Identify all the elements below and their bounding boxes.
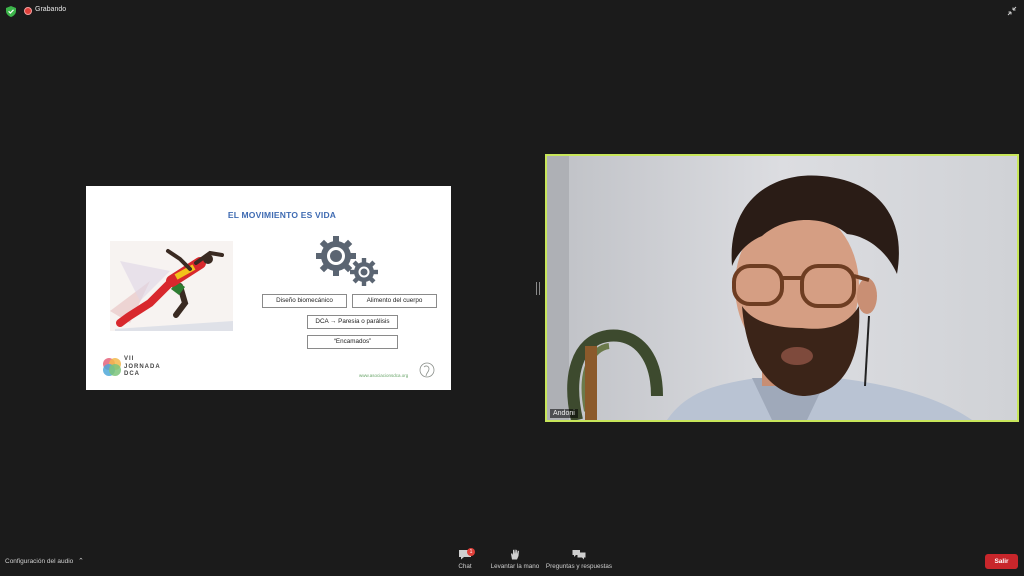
logo-line-2: JORNADA: [124, 363, 161, 370]
raise-hand-label: Levantar la mano: [490, 563, 540, 570]
sprinter-image: [110, 241, 233, 331]
participant-video-feed: [547, 156, 1017, 420]
qa-label: Preguntas y respuestas: [545, 563, 613, 570]
record-icon: [24, 7, 32, 15]
box-dca-paresia: DCA → Paresia o parálisis: [307, 315, 398, 329]
participant-name-tag: Andoni: [550, 409, 578, 418]
shield-icon[interactable]: [6, 6, 16, 17]
top-bar: Grabando: [0, 0, 1024, 22]
raise-hand-button[interactable]: Levantar la mano: [487, 549, 543, 570]
exit-fullscreen-icon[interactable]: [1007, 6, 1017, 16]
jornada-logo-text: VII JORNADA DCA: [124, 356, 161, 379]
splitter-handle[interactable]: [536, 282, 540, 295]
jornada-logo-mark: [103, 358, 121, 376]
box-diseno-biomecanico: Diseño biomecánico: [262, 294, 347, 308]
zoom-webinar-window: Grabando EL MOVIMIENTO ES VIDA Diseño bi…: [0, 0, 1024, 576]
slide-website: www.asociacionsdca.org: [359, 373, 409, 378]
association-logo-icon: [419, 362, 435, 378]
recording-label: Grabando: [35, 6, 67, 13]
chat-label: Chat: [458, 563, 472, 570]
logo-line-3: DCA: [124, 371, 140, 377]
hand-icon: [511, 549, 519, 560]
chevron-up-icon[interactable]: ⌃: [78, 557, 84, 565]
logo-line-1: VII: [124, 356, 135, 362]
qa-button[interactable]: Preguntas y respuestas: [545, 549, 613, 570]
gears-icon: [316, 236, 378, 286]
audio-settings-button[interactable]: Configuración del audio: [5, 558, 73, 565]
qa-icon: [572, 550, 586, 560]
slide-title: EL MOVIMIENTO ES VIDA: [227, 210, 337, 220]
chat-unread-badge: 1: [467, 548, 475, 556]
box-encamados: “Encamados”: [307, 335, 398, 349]
shared-screen-slide: EL MOVIMIENTO ES VIDA Diseño biomecánico…: [86, 186, 451, 390]
participant-video-tile[interactable]: Andoni: [545, 154, 1019, 422]
leave-button[interactable]: Salir: [985, 554, 1018, 569]
box-alimento-del-cuerpo: Alimento del cuerpo: [352, 294, 437, 308]
